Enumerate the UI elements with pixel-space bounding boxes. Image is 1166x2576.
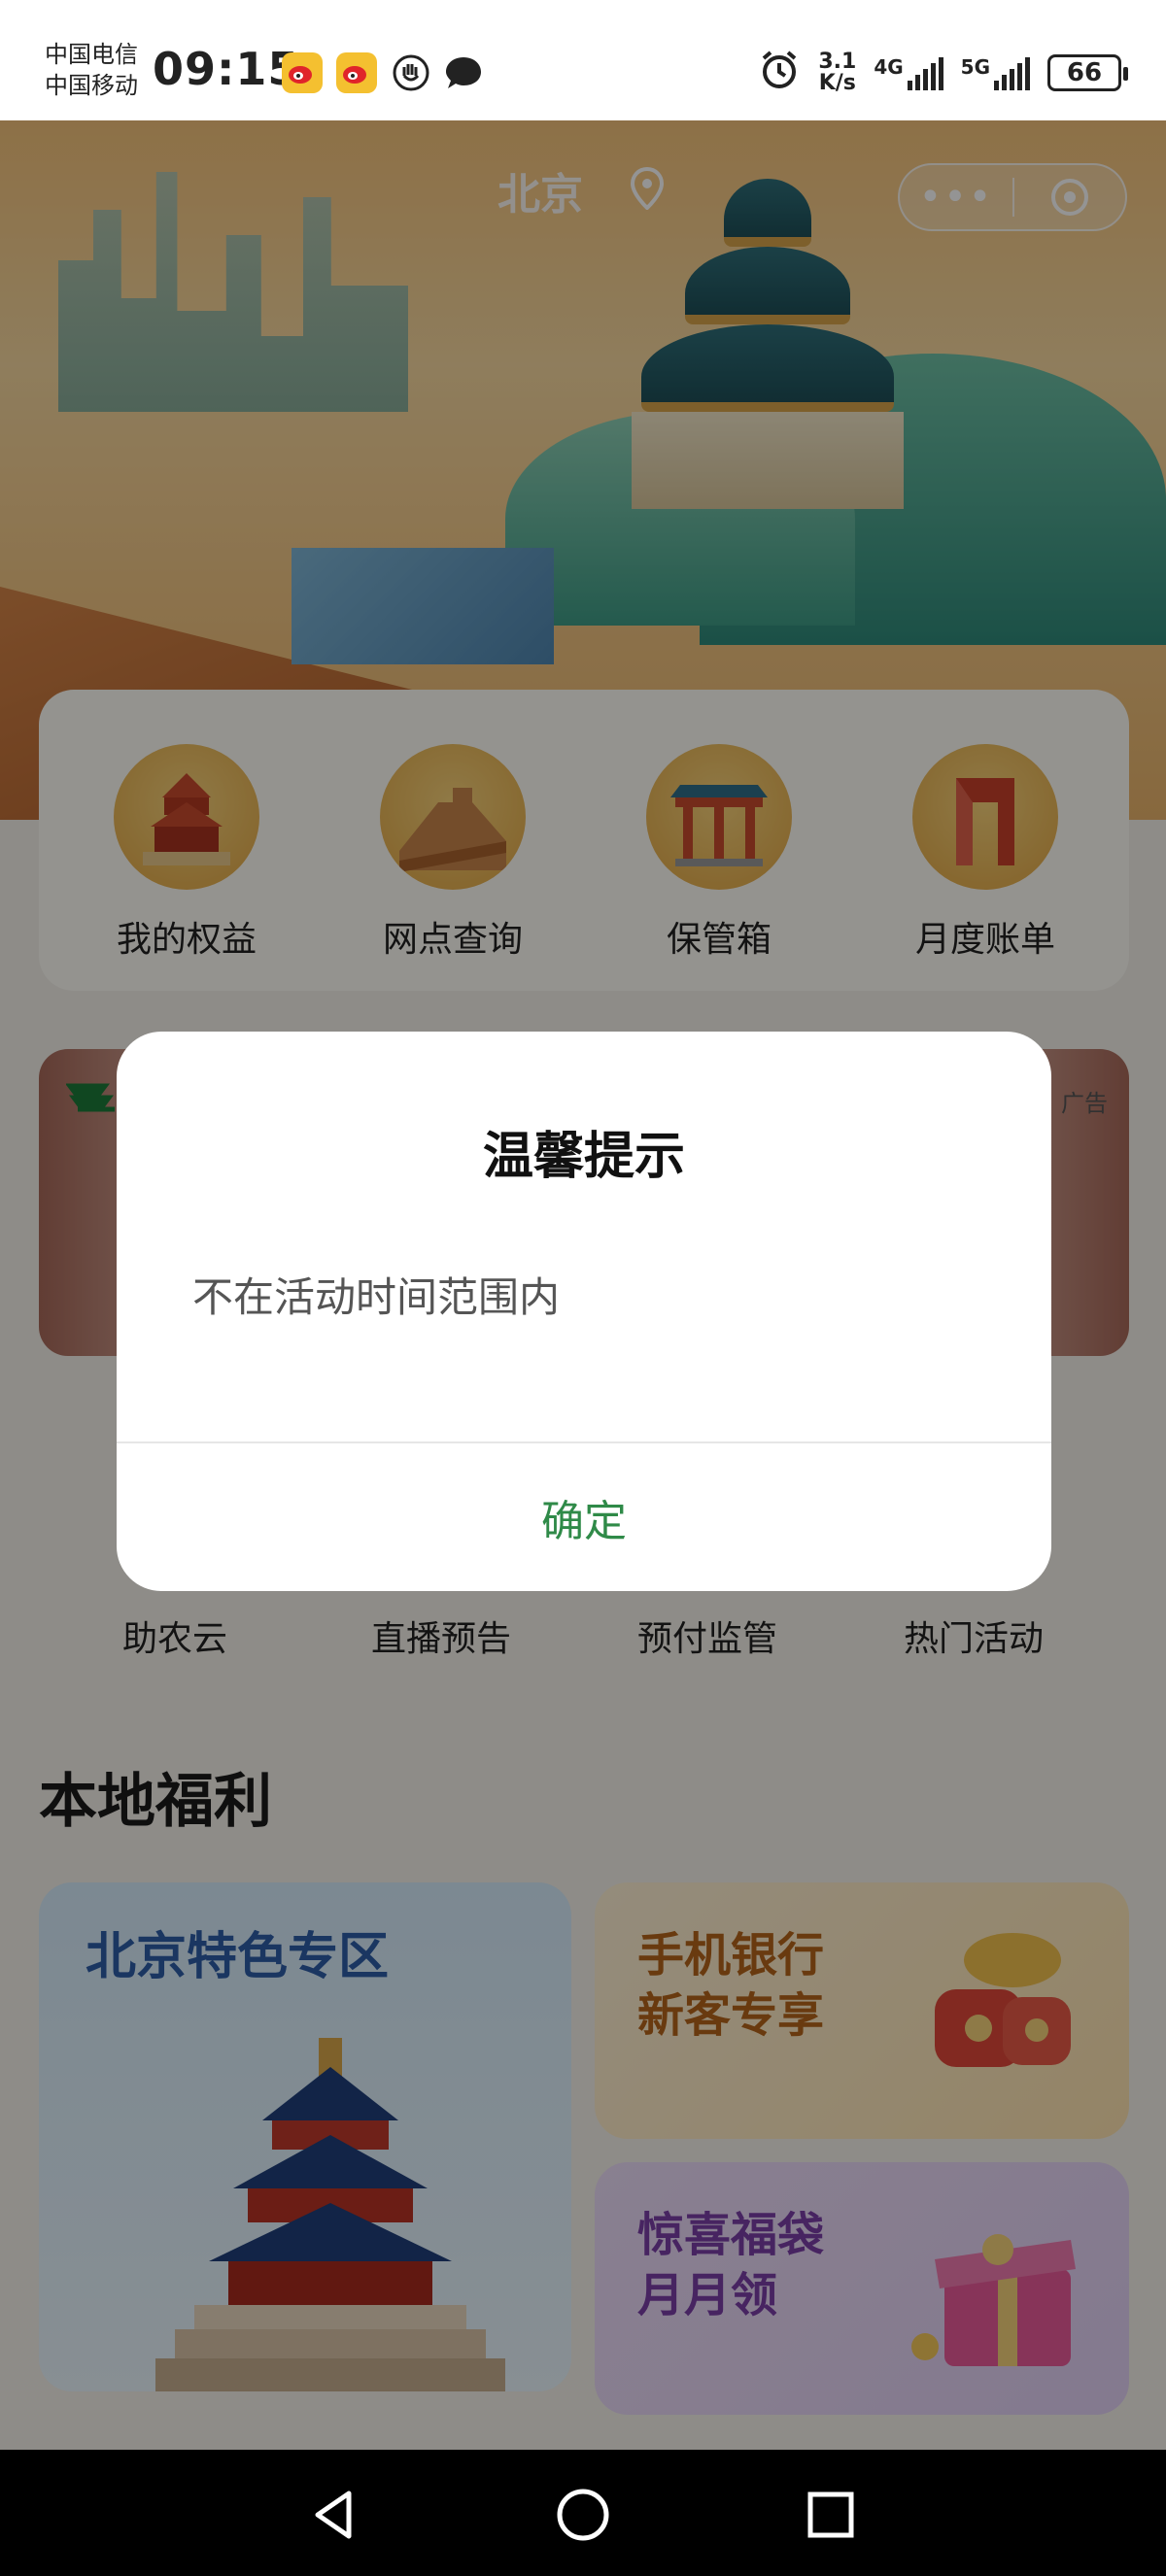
dialog-message: 不在活动时间范围内: [192, 1273, 561, 1321]
signal-icon: 5G: [961, 55, 1030, 90]
alert-dialog: 温馨提示 不在活动时间范围内 确定: [117, 1032, 1051, 1591]
weibo-icon: [282, 52, 323, 93]
back-icon[interactable]: [301, 2481, 369, 2549]
system-nav-bar: [0, 2450, 1166, 2576]
carrier-1: 中国电信: [45, 41, 138, 68]
carrier-2: 中国移动: [45, 72, 138, 99]
signal-icon: 4G: [874, 55, 943, 90]
confirm-button[interactable]: 确定: [117, 1443, 1051, 1591]
recents-icon[interactable]: [797, 2481, 865, 2549]
status-right: 3.1 K/s 4G 5G 66: [758, 49, 1128, 97]
alarm-icon: [758, 49, 801, 97]
battery-icon: 66: [1047, 54, 1128, 91]
net-speed: 3.1 K/s: [818, 50, 857, 95]
clock: 09:15: [153, 43, 300, 95]
weibo-icon: [336, 52, 377, 93]
status-bar: 中国电信 中国移动 09:15 3.1 K/s 4G 5G 66: [0, 0, 1166, 120]
dialog-title: 温馨提示: [482, 1128, 685, 1186]
hand-icon: [391, 52, 431, 93]
carrier-labels: 中国电信 中国移动: [45, 39, 138, 101]
home-icon[interactable]: [549, 2481, 617, 2549]
chat-bubble-icon: [443, 52, 484, 93]
